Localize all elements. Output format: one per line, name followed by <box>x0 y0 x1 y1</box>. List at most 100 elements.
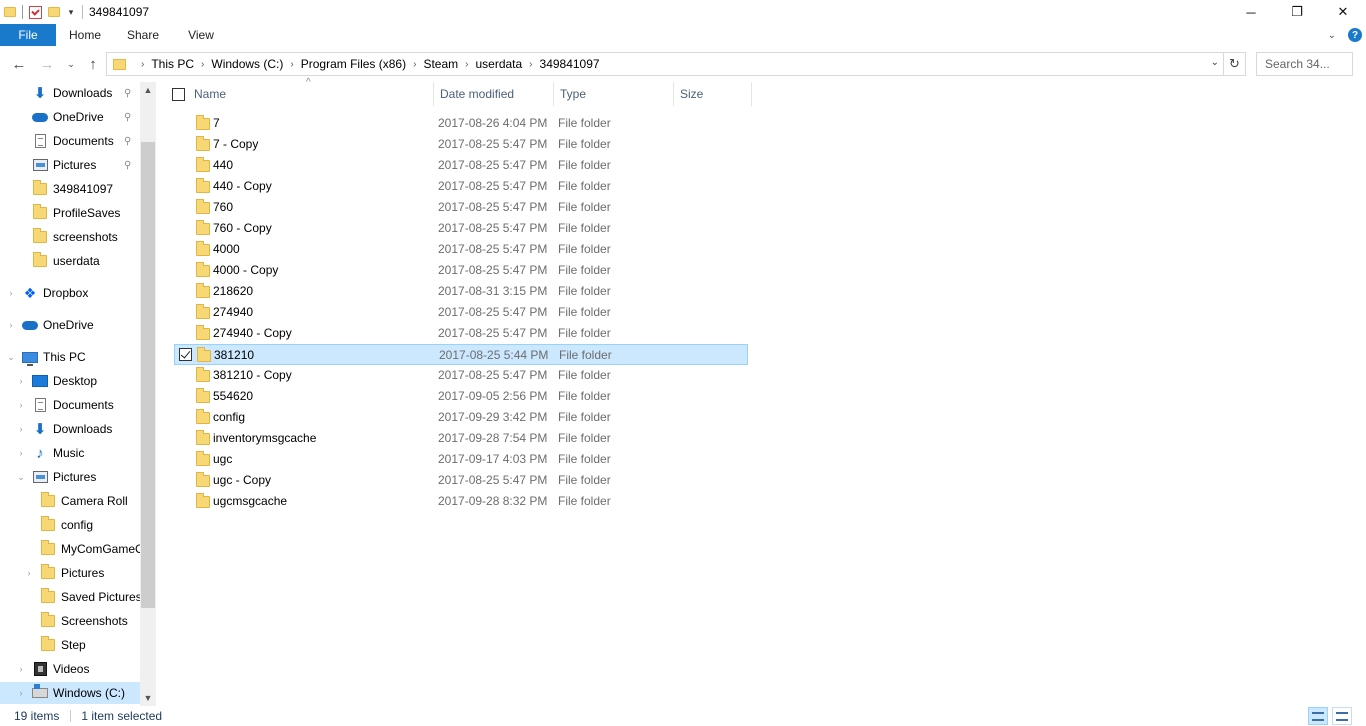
details-view-button[interactable] <box>1308 707 1328 725</box>
breadcrumb-steam[interactable]: Steam <box>423 57 458 71</box>
tab-file[interactable]: File <box>0 24 56 46</box>
file-row[interactable]: 381210 2017-08-25 5:44 PM File folder <box>174 344 748 365</box>
file-row[interactable]: 274940 - Copy 2017-08-25 5:47 PM File fold… <box>174 323 748 344</box>
chevron-right-icon[interactable]: › <box>16 400 26 410</box>
file-row[interactable]: 4000 2017-08-25 5:47 PM File folder <box>174 239 748 260</box>
search-input[interactable]: Search 34... <box>1256 52 1353 76</box>
chevron-down-icon[interactable]: ⌄ <box>16 472 26 483</box>
file-row[interactable]: 7 - Copy 2017-08-25 5:47 PM File folder <box>174 134 748 155</box>
nav-scrollbar[interactable]: ▲ ▼ <box>140 82 156 706</box>
nav-item[interactable]: ⌄ Pictures <box>0 466 140 488</box>
nav-item[interactable]: › Documents <box>0 394 140 416</box>
chevron-right-icon[interactable]: › <box>16 448 26 458</box>
file-row[interactable]: ugcmsgcache 2017-09-28 8:32 PM File folder <box>174 491 748 512</box>
chevron-right-icon[interactable]: › <box>413 59 416 70</box>
address-bar[interactable]: › This PC › Windows (C:) › Program Files… <box>106 52 1224 76</box>
nav-item[interactable]: MyComGameC <box>0 538 140 560</box>
chevron-right-icon[interactable]: › <box>16 424 26 434</box>
select-all-checkbox[interactable] <box>172 88 185 101</box>
chevron-right-icon[interactable]: › <box>290 59 293 70</box>
nav-item[interactable]: ⌄ This PC <box>0 346 140 368</box>
row-checkbox[interactable] <box>179 348 192 361</box>
file-row[interactable]: 4000 - Copy 2017-08-25 5:47 PM File folder <box>174 260 748 281</box>
file-row[interactable]: 7 2017-08-26 4:04 PM File folder <box>174 113 748 134</box>
forward-button[interactable]: → <box>36 52 58 76</box>
properties-icon[interactable] <box>29 5 42 19</box>
nav-item[interactable]: › ⬇ Downloads <box>0 418 140 440</box>
file-row[interactable]: ugc - Copy 2017-08-25 5:47 PM File folder <box>174 470 748 491</box>
nav-item[interactable]: Saved Pictures <box>0 586 140 608</box>
recent-locations-chevron-icon[interactable]: ⌄ <box>60 52 82 76</box>
nav-item[interactable]: screenshots <box>0 226 140 248</box>
nav-item[interactable]: userdata <box>0 250 140 272</box>
scrollbar-thumb[interactable] <box>141 142 155 608</box>
scroll-down-icon[interactable]: ▼ <box>140 690 156 706</box>
chevron-right-icon[interactable]: › <box>201 59 204 70</box>
nav-item[interactable]: › ❖ Dropbox <box>0 282 140 304</box>
file-row[interactable]: 760 2017-08-25 5:47 PM File folder <box>174 197 748 218</box>
chevron-right-icon[interactable]: › <box>24 568 34 578</box>
refresh-button[interactable]: ↻ <box>1224 52 1246 76</box>
file-row[interactable]: 440 2017-08-25 5:47 PM File folder <box>174 155 748 176</box>
breadcrumb-program-files[interactable]: Program Files (x86) <box>301 57 406 71</box>
chevron-right-icon[interactable]: › <box>465 59 468 70</box>
nav-item[interactable]: Pictures ⚲ <box>0 154 140 176</box>
nav-item[interactable]: ⬇ Downloads ⚲ <box>0 82 140 104</box>
close-button[interactable]: ✕ <box>1320 0 1366 24</box>
new-folder-icon[interactable] <box>48 7 60 17</box>
chevron-down-icon[interactable]: ⌄ <box>6 352 16 363</box>
chevron-right-icon[interactable]: › <box>16 376 26 386</box>
nav-item[interactable]: › Desktop <box>0 370 140 392</box>
customize-toolbar-chevron-icon[interactable]: ▾ <box>66 7 76 18</box>
nav-item[interactable]: Camera Roll <box>0 490 140 512</box>
tab-share[interactable]: Share <box>114 28 172 42</box>
restore-button[interactable]: ❐ <box>1274 0 1320 24</box>
file-row[interactable]: config 2017-09-29 3:42 PM File folder <box>174 407 748 428</box>
tab-home[interactable]: Home <box>56 28 114 42</box>
nav-item[interactable]: › ♪ Music <box>0 442 140 464</box>
folder-icon[interactable] <box>4 7 16 17</box>
file-row[interactable]: ugc 2017-09-17 4:03 PM File folder <box>174 449 748 470</box>
nav-item[interactable]: OneDrive ⚲ <box>0 106 140 128</box>
minimize-button[interactable]: ─ <box>1228 0 1274 24</box>
chevron-right-icon[interactable]: › <box>16 664 26 674</box>
address-dropdown-chevron-icon[interactable]: ⌄ <box>1211 57 1219 68</box>
breadcrumb-userdata[interactable]: userdata <box>475 57 522 71</box>
large-icons-view-button[interactable] <box>1332 707 1352 725</box>
nav-item[interactable]: › Videos <box>0 658 140 680</box>
nav-item[interactable]: › Windows (C:) <box>0 682 140 704</box>
column-name[interactable]: Name <box>188 82 434 106</box>
nav-item[interactable]: Documents ⚲ <box>0 130 140 152</box>
column-size[interactable]: Size <box>674 82 752 106</box>
chevron-right-icon[interactable]: › <box>6 288 16 298</box>
scroll-up-icon[interactable]: ▲ <box>140 82 156 98</box>
help-icon[interactable]: ? <box>1348 28 1362 42</box>
nav-item[interactable]: › OneDrive <box>0 314 140 336</box>
chevron-right-icon[interactable]: › <box>16 688 26 698</box>
file-row[interactable]: inventorymsgcache 2017-09-28 7:54 PM File … <box>174 428 748 449</box>
file-row[interactable]: 218620 2017-08-31 3:15 PM File folder <box>174 281 748 302</box>
file-row[interactable]: 760 - Copy 2017-08-25 5:47 PM File folder <box>174 218 748 239</box>
nav-item[interactable]: Screenshots <box>0 610 140 632</box>
file-row[interactable]: 381210 - Copy 2017-08-25 5:47 PM File fold… <box>174 365 748 386</box>
chevron-right-icon[interactable]: › <box>141 59 144 70</box>
chevron-right-icon[interactable]: › <box>6 320 16 330</box>
back-button[interactable]: ← <box>8 52 30 76</box>
nav-item[interactable]: ProfileSaves <box>0 202 140 224</box>
tab-view[interactable]: View <box>172 28 230 42</box>
column-type[interactable]: Type <box>554 82 674 106</box>
file-row[interactable]: 440 - Copy 2017-08-25 5:47 PM File folder <box>174 176 748 197</box>
nav-item[interactable]: 349841097 <box>0 178 140 200</box>
file-row[interactable]: 274940 2017-08-25 5:47 PM File folder <box>174 302 748 323</box>
file-row[interactable]: 554620 2017-09-05 2:56 PM File folder <box>174 386 748 407</box>
breadcrumb-this-pc[interactable]: This PC <box>151 57 194 71</box>
nav-item[interactable]: config <box>0 514 140 536</box>
expand-ribbon-chevron-icon[interactable]: ⌄ <box>1328 30 1336 41</box>
chevron-right-icon[interactable]: › <box>529 59 532 70</box>
breadcrumb-windows-c[interactable]: Windows (C:) <box>211 57 283 71</box>
nav-item[interactable]: Step <box>0 634 140 656</box>
up-button[interactable]: ↑ <box>82 52 104 76</box>
column-date-modified[interactable]: Date modified <box>434 82 554 106</box>
nav-item[interactable]: › Pictures <box>0 562 140 584</box>
breadcrumb-349841097[interactable]: 349841097 <box>540 57 600 71</box>
